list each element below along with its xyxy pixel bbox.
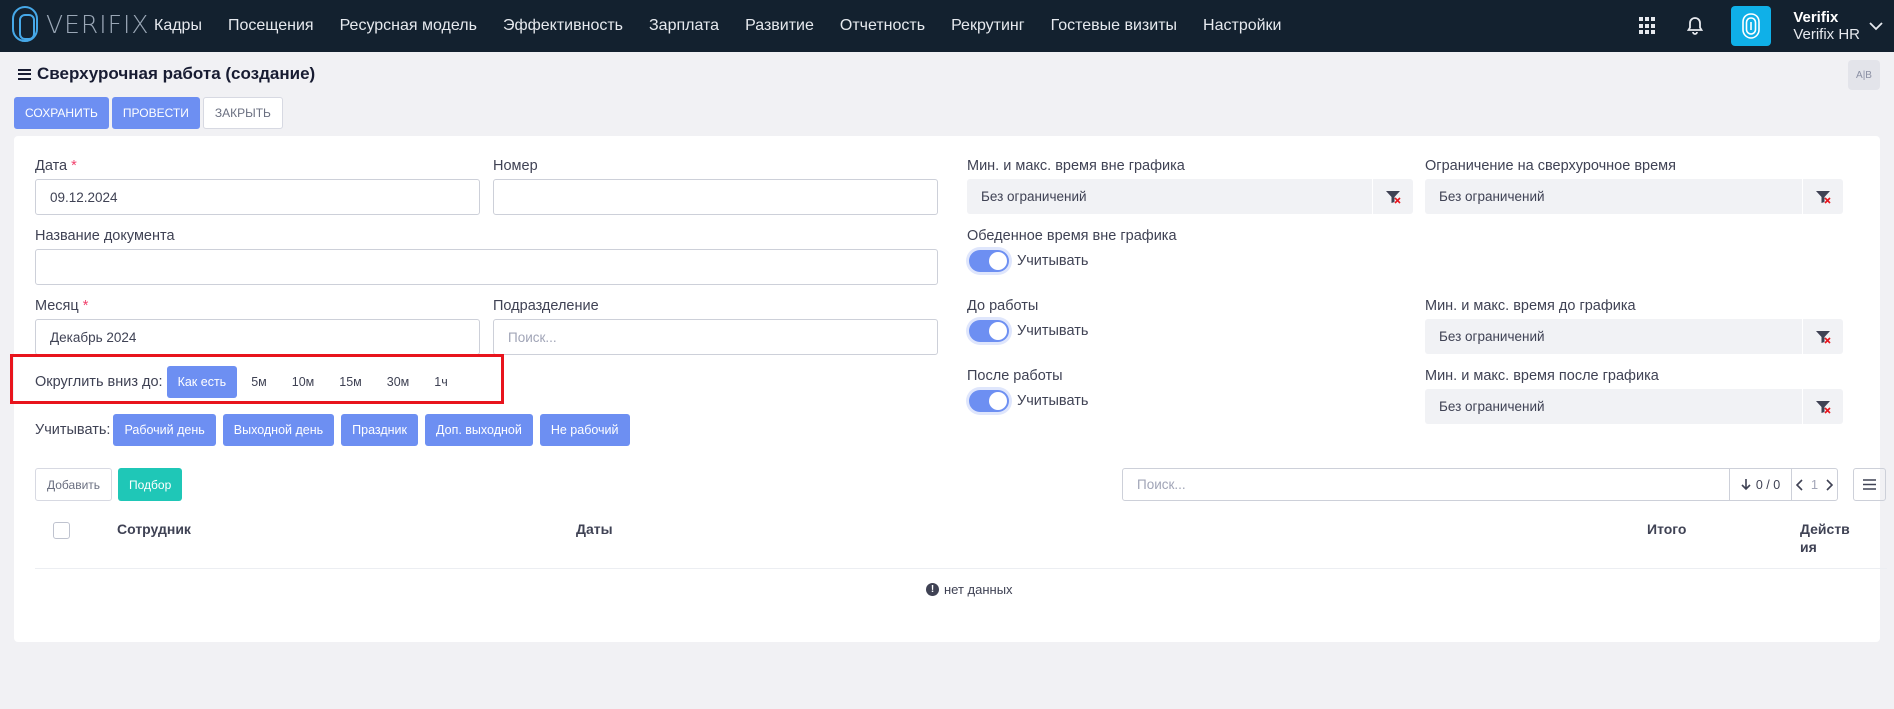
- select-all-checkbox[interactable]: [53, 522, 70, 539]
- arrow-down-icon: [1741, 479, 1751, 491]
- date-input[interactable]: 09.12.2024: [35, 179, 480, 215]
- document-name-label: Название документа: [35, 228, 175, 244]
- number-input[interactable]: [493, 179, 938, 215]
- division-label: Подразделение: [493, 298, 599, 314]
- top-navbar: VERIFIX Кадры Посещения Ресурсная модель…: [0, 0, 1894, 52]
- toggle-switch[interactable]: [969, 320, 1009, 342]
- nav-item-settings[interactable]: Настройки: [1203, 17, 1281, 35]
- count-days-selector: Учитывать: Рабочий день Выходной день Пр…: [35, 414, 637, 446]
- lunch-outside-toggle[interactable]: Учитывать: [969, 250, 1088, 272]
- column-total[interactable]: Итого: [1647, 520, 1686, 538]
- division-input[interactable]: Поиск...: [493, 319, 938, 355]
- toggle-switch[interactable]: [969, 390, 1009, 412]
- after-minmax-label: Мин. и макс. время после графика: [1425, 368, 1659, 384]
- count-label: Учитывать:: [35, 422, 111, 438]
- count-extra-dayoff-button[interactable]: Доп. выходной: [425, 414, 533, 446]
- toggle-label: Учитывать: [1017, 253, 1089, 269]
- hamburger-icon[interactable]: [18, 68, 31, 80]
- fingerprint-logo-icon: [12, 6, 38, 42]
- after-work-toggle[interactable]: Учитывать: [969, 390, 1088, 412]
- sort-counter[interactable]: 0 / 0: [1729, 468, 1792, 501]
- before-minmax-field[interactable]: Без ограничений: [1425, 319, 1843, 354]
- nav-item-attendance[interactable]: Посещения: [228, 17, 314, 35]
- column-employee[interactable]: Сотрудник: [117, 520, 191, 538]
- count-nonworking-button[interactable]: Не рабочий: [539, 414, 630, 446]
- language-switch-button[interactable]: A|B: [1848, 60, 1880, 90]
- count-dayoff-button[interactable]: Выходной день: [222, 414, 335, 446]
- overtime-limit-field[interactable]: Без ограничений: [1425, 179, 1843, 214]
- fingerprint-icon: [1742, 13, 1761, 39]
- chevron-left-icon[interactable]: [1795, 478, 1804, 491]
- clear-filter-icon[interactable]: [1802, 179, 1843, 214]
- nav-item-recruiting[interactable]: Рекрутинг: [951, 17, 1025, 35]
- month-label: Месяц *: [35, 298, 89, 314]
- toggle-switch[interactable]: [969, 250, 1009, 272]
- document-name-input[interactable]: [35, 249, 938, 285]
- nav-item-efficiency[interactable]: Эффективность: [503, 17, 623, 35]
- column-actions: Действия: [1800, 521, 1850, 555]
- before-work-label: До работы: [967, 298, 1039, 314]
- before-minmax-label: Мин. и макс. время до графика: [1425, 298, 1636, 314]
- month-input[interactable]: Декабрь 2024: [35, 319, 480, 355]
- user-company: Verifix HR: [1793, 26, 1860, 43]
- page-title: Сверхурочная работа (создание): [18, 64, 315, 84]
- date-label: Дата *: [35, 158, 77, 174]
- after-minmax-field[interactable]: Без ограничений: [1425, 389, 1843, 424]
- add-button[interactable]: Добавить: [35, 468, 113, 501]
- record-count: 0 / 0: [1755, 477, 1781, 492]
- lunch-outside-label: Обеденное время вне графика: [967, 228, 1177, 244]
- before-work-toggle[interactable]: Учитывать: [969, 320, 1088, 342]
- toggle-label: Учитывать: [1017, 323, 1089, 339]
- pagination: 1: [1791, 468, 1838, 501]
- highlight-box: [10, 354, 504, 404]
- save-button[interactable]: СОХРАНИТЬ: [14, 97, 109, 129]
- nav-item-salary[interactable]: Зарплата: [649, 17, 719, 35]
- chevron-down-icon[interactable]: [1868, 18, 1884, 34]
- clear-filter-icon[interactable]: [1372, 179, 1413, 214]
- table-divider: [35, 568, 1887, 569]
- user-name: Verifix: [1793, 9, 1839, 26]
- bell-icon[interactable]: [1685, 16, 1705, 36]
- nav-item-reports[interactable]: Отчетность: [840, 17, 925, 35]
- empty-state: ! нет данных: [926, 582, 1013, 597]
- pick-button[interactable]: Подбор: [118, 468, 183, 501]
- page-number: 1: [1810, 477, 1819, 492]
- nav-item-resource-model[interactable]: Ресурсная модель: [340, 17, 477, 35]
- nav-item-guest-visits[interactable]: Гостевые визиты: [1051, 17, 1177, 35]
- number-label: Номер: [493, 158, 538, 174]
- after-work-label: После работы: [967, 368, 1063, 384]
- page-title-text: Сверхурочная работа (создание): [37, 64, 316, 83]
- logo-text: VERIFIX: [46, 9, 150, 39]
- post-button[interactable]: ПРОВЕСТИ: [111, 97, 200, 129]
- translate-icon: A|B: [1856, 69, 1872, 81]
- close-button[interactable]: ЗАКРЫТЬ: [202, 97, 283, 129]
- main-menu: Кадры Посещения Ресурсная модель Эффекти…: [154, 0, 1307, 52]
- column-dates[interactable]: Даты: [576, 520, 613, 538]
- clear-filter-icon[interactable]: [1802, 319, 1843, 354]
- action-toolbar: СОХРАНИТЬ ПРОВЕСТИ ЗАКРЫТЬ: [14, 97, 286, 129]
- chevron-right-icon[interactable]: [1825, 478, 1834, 491]
- info-icon: !: [926, 583, 939, 596]
- before-minmax-value: Без ограничений: [1439, 329, 1545, 344]
- avatar[interactable]: [1731, 6, 1772, 46]
- table-search-input[interactable]: Поиск...: [1122, 468, 1730, 501]
- list-menu-icon: [1863, 479, 1876, 490]
- clear-filter-icon[interactable]: [1802, 389, 1843, 424]
- verifix-logo[interactable]: VERIFIX: [12, 6, 150, 42]
- outside-schedule-value: Без ограничений: [981, 189, 1087, 204]
- outside-schedule-label: Мин. и макс. время вне графика: [967, 158, 1185, 174]
- nav-item-kadry[interactable]: Кадры: [154, 17, 202, 35]
- count-holiday-button[interactable]: Праздник: [341, 414, 419, 446]
- empty-text: нет данных: [944, 582, 1013, 597]
- overtime-limit-value: Без ограничений: [1439, 189, 1545, 204]
- overtime-limit-label: Ограничение на сверхурочное время: [1425, 158, 1676, 174]
- table-settings-button[interactable]: [1853, 468, 1886, 501]
- toggle-label: Учитывать: [1017, 393, 1089, 409]
- user-menu[interactable]: Verifix Verifix HR: [1793, 9, 1860, 43]
- outside-schedule-field[interactable]: Без ограничений: [967, 179, 1413, 214]
- apps-grid-icon[interactable]: [1639, 17, 1657, 35]
- after-minmax-value: Без ограничений: [1439, 399, 1545, 414]
- count-workday-button[interactable]: Рабочий день: [113, 414, 216, 446]
- nav-item-development[interactable]: Развитие: [745, 17, 814, 35]
